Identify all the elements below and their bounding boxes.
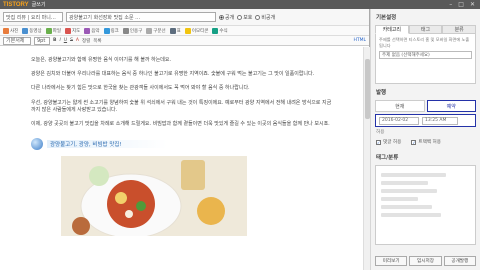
quote-block: 광양불고기, 광양, 비빔밥 맛집! bbox=[31, 138, 334, 151]
list-button[interactable]: 목록 bbox=[93, 38, 101, 44]
paragraph: 오늘은, 광양불고기와 함께 유명한 음식 이야기를 해 볼까 하는데요. bbox=[31, 57, 172, 63]
publish-now-button[interactable]: 현재 bbox=[375, 100, 425, 112]
publish-heading: 발행 bbox=[376, 90, 387, 96]
checkbox-checked-icon: ✓ bbox=[376, 139, 381, 145]
title-row: 맛집 리뷰 | 요리 마니… 광양불고기 화선장화 맛집 소문 … 공개 보호 … bbox=[0, 9, 369, 26]
post-title-input[interactable]: 광양불고기 화선장화 맛집 소문 … bbox=[66, 12, 216, 22]
emoticon-icon bbox=[184, 27, 191, 34]
strike-button[interactable]: S bbox=[70, 38, 73, 43]
insert-quote-button[interactable]: 인용구 bbox=[122, 27, 142, 34]
list-item bbox=[381, 173, 447, 177]
html-mode-button[interactable]: HTML bbox=[353, 38, 366, 43]
date-field[interactable]: 2016-02-02 bbox=[379, 116, 419, 125]
quote-icon bbox=[122, 27, 129, 34]
tag-list bbox=[375, 165, 476, 245]
bold-button[interactable]: B bbox=[53, 38, 56, 43]
font-color-button[interactable]: A bbox=[76, 38, 79, 43]
table-icon bbox=[169, 27, 176, 34]
quote-bullet-icon bbox=[31, 138, 43, 151]
food-photo-image bbox=[61, 156, 247, 237]
radio-icon bbox=[219, 14, 224, 20]
map-icon bbox=[64, 27, 71, 34]
action-buttons: 미리보기 임시저장 공개발행 bbox=[371, 252, 480, 270]
basic-settings-heading: 기본설정 bbox=[376, 15, 397, 21]
comments-checkbox[interactable]: ✓ 댓글 허용 bbox=[376, 139, 401, 145]
paragraph: 다른 나라에서는 찾기 힘든 맛으로 한국을 찾는 관광객들 사이에서도 꼭 먹… bbox=[31, 85, 250, 92]
format-toolbar: 기본서체 9pt B I U S A 정렬 목록 HTML bbox=[0, 36, 369, 46]
insert-map-button[interactable]: 지도 bbox=[64, 27, 80, 34]
schedule-datetime: 2016-02-02 13:25 AM bbox=[375, 114, 476, 127]
publish-options: 현재 예약 bbox=[375, 100, 476, 112]
insert-file-button[interactable]: 파일 bbox=[45, 27, 61, 34]
divider-icon bbox=[146, 27, 153, 34]
topic-select[interactable]: 주제 없음 (선택해주세요) bbox=[379, 51, 472, 59]
insert-divider-button[interactable]: 구분선 bbox=[146, 27, 166, 34]
scroll-thumb[interactable] bbox=[365, 59, 370, 119]
editor-scrollbar[interactable] bbox=[363, 47, 370, 270]
visibility-protected[interactable]: 보호 bbox=[237, 14, 252, 21]
publish-button[interactable]: 공개발행 bbox=[443, 256, 476, 266]
insert-link-button[interactable]: 링크 bbox=[103, 27, 119, 34]
save-draft-button[interactable]: 임시저장 bbox=[409, 256, 442, 266]
formula-icon bbox=[212, 27, 219, 34]
font-select[interactable]: 기본서체 bbox=[3, 36, 31, 45]
visibility-public[interactable]: 공개 bbox=[219, 14, 234, 21]
music-icon bbox=[84, 27, 91, 34]
checkbox-checked-icon: ✓ bbox=[411, 139, 417, 145]
tag-heading: 태그/분류 bbox=[376, 155, 399, 161]
close-icon[interactable]: ✕ bbox=[470, 1, 475, 8]
tab-classification[interactable]: 분류 bbox=[442, 25, 477, 34]
paragraph: 우선, 광양불고기는 얇게 썬 소고기를 양념하여 숯불 위 석쇠에서 구워 내… bbox=[31, 99, 332, 113]
minimize-icon[interactable]: – bbox=[449, 1, 452, 8]
insert-photo-button[interactable]: 사진 bbox=[3, 27, 18, 34]
app-logo: TISTORY bbox=[3, 1, 29, 8]
underline-button[interactable]: U bbox=[64, 38, 67, 43]
quote-title: 광양불고기, 광양, 비빔밥 맛집! bbox=[47, 140, 167, 149]
font-size-select[interactable]: 9pt bbox=[34, 36, 50, 45]
align-button[interactable]: 정렬 bbox=[82, 38, 90, 44]
paragraph: 광양은 김치와 더불어 우리나라를 대표하는 음식 중 하나인 불고기로 유명한… bbox=[31, 71, 315, 78]
photo-icon bbox=[3, 27, 9, 34]
topic-hint: 주제를 선택하면 티스토리 홈 및 모바일 화면에 노출됩니다 bbox=[379, 37, 470, 48]
italic-button[interactable]: I bbox=[59, 38, 60, 43]
visibility-private[interactable]: 비공개 bbox=[255, 14, 275, 21]
insert-emoticon-button[interactable]: 이모티콘 bbox=[184, 27, 208, 34]
list-item bbox=[381, 181, 428, 185]
list-item bbox=[381, 189, 437, 193]
food-photo[interactable] bbox=[61, 156, 247, 237]
list-item bbox=[381, 197, 419, 201]
insert-music-button[interactable]: 음악 bbox=[84, 27, 100, 34]
tab-tag[interactable]: 태그 bbox=[408, 25, 443, 34]
time-field[interactable]: 13:25 AM bbox=[422, 116, 458, 125]
window-title: 글쓰기 bbox=[31, 2, 46, 8]
post-content[interactable]: 오늘은, 광양불고기와 함께 유명한 음식 이야기를 해 볼까 하는데요. 광양… bbox=[0, 47, 362, 270]
file-icon bbox=[45, 27, 52, 34]
trackback-checkbox[interactable]: ✓ 트랙백 허용 bbox=[411, 139, 441, 145]
title-bar: TISTORY 글쓰기 – □ ✕ bbox=[0, 0, 480, 9]
insert-table-button[interactable]: 표 bbox=[169, 27, 181, 34]
maximize-icon[interactable]: □ bbox=[458, 1, 464, 8]
publish-schedule-button[interactable]: 예약 bbox=[426, 100, 476, 112]
list-item bbox=[381, 205, 433, 209]
insert-formula-button[interactable]: 수식 bbox=[212, 27, 228, 34]
settings-tabs: 카테고리 태그 분류 bbox=[375, 25, 477, 34]
list-item bbox=[381, 213, 442, 217]
category-panel: 주제를 선택하면 티스토리 홈 및 모바일 화면에 노출됩니다 주제 없음 (선… bbox=[375, 34, 476, 84]
settings-sidebar: 기본설정 카테고리 태그 분류 주제를 선택하면 티스토리 홈 및 모바일 화면… bbox=[371, 9, 480, 270]
radio-icon bbox=[255, 14, 261, 20]
paragraph: 이제, 광양 곳곳의 불고기 맛집을 차례로 소개해 드릴게요. 비빔밥과 함께… bbox=[31, 121, 330, 128]
allow-label: 허용 bbox=[376, 130, 385, 135]
preview-button[interactable]: 미리보기 bbox=[375, 256, 408, 266]
editor-pane: 맛집 리뷰 | 요리 마니… 광양불고기 화선장화 맛집 소문 … 공개 보호 … bbox=[0, 9, 370, 270]
category-select[interactable]: 맛집 리뷰 | 요리 마니… bbox=[3, 12, 63, 22]
video-icon bbox=[22, 27, 29, 34]
radio-icon bbox=[237, 14, 243, 20]
insert-video-button[interactable]: 동영상 bbox=[22, 27, 42, 34]
link-icon bbox=[103, 27, 110, 34]
tab-category[interactable]: 카테고리 bbox=[375, 25, 409, 34]
insert-toolbar: 사진 동영상 파일 지도 음악 링크 인용구 구분선 표 이모티콘 수식 bbox=[0, 26, 369, 36]
